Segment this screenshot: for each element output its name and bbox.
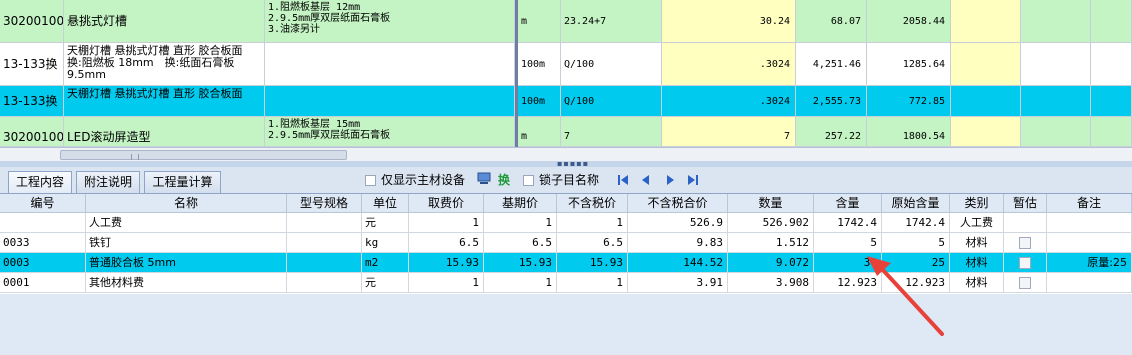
red-arrow-annotation [867, 256, 944, 336]
